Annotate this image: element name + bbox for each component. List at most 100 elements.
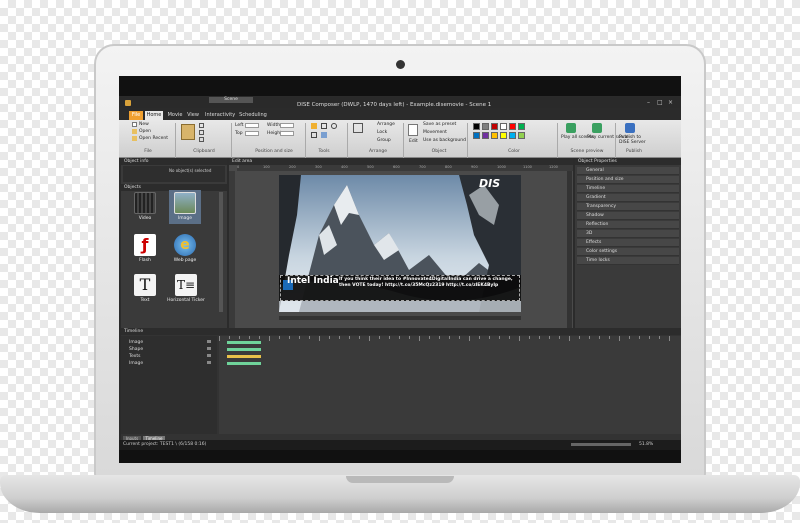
paste-icon[interactable]: [181, 124, 195, 140]
property-section[interactable]: Shadow: [577, 212, 679, 220]
property-section[interactable]: Color settings: [577, 248, 679, 256]
color-swatch[interactable]: [500, 123, 507, 130]
align-icon[interactable]: [353, 123, 363, 133]
timeline-tick: [259, 336, 260, 339]
object-image[interactable]: Image: [169, 190, 201, 224]
color-swatch[interactable]: [473, 123, 480, 130]
visibility-eye-icons[interactable]: [207, 340, 211, 366]
property-section[interactable]: Reflection: [577, 221, 679, 229]
crop-tool-icon[interactable]: [321, 123, 327, 129]
ticker-selection: [280, 275, 520, 301]
status-current-project: Current project: TEST1 \ (6/158 0:16): [123, 442, 207, 447]
timeline-tick: [619, 336, 620, 341]
color-swatch[interactable]: [518, 123, 525, 130]
shape-tool-icon[interactable]: [321, 132, 327, 138]
layer-row-texts[interactable]: Texts: [129, 354, 140, 359]
timeline-bar-texts[interactable]: [227, 355, 261, 358]
copy-icon[interactable]: [199, 130, 204, 135]
timeline-tick: [489, 336, 490, 339]
lock-button[interactable]: Lock: [377, 130, 387, 135]
left-input[interactable]: [245, 123, 259, 128]
property-section[interactable]: Transparency: [577, 203, 679, 211]
new-button[interactable]: New: [139, 122, 149, 127]
object-text[interactable]: T Text: [129, 274, 161, 303]
object-video[interactable]: Video: [129, 192, 161, 221]
delete-icon[interactable]: [199, 137, 204, 142]
timeline-tick: [409, 336, 410, 339]
timeline-ruler: [219, 336, 681, 342]
objects-scrollbar[interactable]: [219, 192, 223, 312]
color-swatch[interactable]: [500, 132, 507, 139]
maximize-icon[interactable]: □: [657, 99, 663, 106]
publish-icon[interactable]: [625, 123, 635, 133]
publish-button[interactable]: Publish to DISE Server: [619, 135, 647, 145]
timeline-tick: [559, 336, 560, 339]
layer-row-image-1[interactable]: Image: [129, 340, 143, 345]
arrange-button[interactable]: Arrange: [377, 122, 395, 127]
top-input[interactable]: [245, 131, 259, 136]
layer-row-image-2[interactable]: Image: [129, 361, 143, 366]
color-swatch[interactable]: [482, 123, 489, 130]
ruler-tick-label: 1200: [549, 165, 558, 169]
color-swatch[interactable]: [491, 132, 498, 139]
tab-interactivity[interactable]: Interactivity: [205, 111, 235, 120]
object-flash[interactable]: ƒ Flash: [129, 234, 161, 263]
property-section[interactable]: Gradient: [577, 194, 679, 202]
timeline-tick: [379, 336, 380, 339]
property-section[interactable]: Effects: [577, 239, 679, 247]
context-tab-scene[interactable]: Scene: [209, 97, 253, 103]
save-preset-button[interactable]: Save as preset: [423, 122, 456, 127]
minimize-icon[interactable]: –: [647, 99, 650, 106]
tab-file[interactable]: File: [129, 111, 143, 120]
timeline-tick: [469, 336, 470, 341]
object-ticker[interactable]: T≡ Horizontal Ticker: [167, 274, 205, 303]
timeline-tick: [459, 336, 460, 339]
play-current-icon[interactable]: [592, 123, 602, 133]
ellipse-tool-icon[interactable]: [331, 123, 337, 129]
object-webpage-label: Web page: [173, 258, 197, 263]
edit-button[interactable]: Edit: [409, 139, 418, 144]
group-button[interactable]: Group: [377, 138, 391, 143]
property-section[interactable]: Time locks: [577, 257, 679, 265]
zoom-slider[interactable]: [571, 443, 631, 446]
timeline-bar-image-2[interactable]: [227, 362, 261, 365]
use-background-button[interactable]: Use as background: [423, 138, 466, 143]
movement-button[interactable]: Movement: [423, 130, 447, 135]
play-all-icon[interactable]: [566, 123, 576, 133]
color-swatch[interactable]: [473, 132, 480, 139]
width-input[interactable]: [280, 123, 294, 128]
timeline-tracks: [219, 336, 681, 434]
open-recent-button[interactable]: Open Recent: [139, 136, 168, 141]
property-section[interactable]: Position and size: [577, 176, 679, 184]
text-tool-icon[interactable]: [311, 132, 317, 138]
timeline-tick: [389, 336, 390, 339]
ruler-tick-label: 900: [471, 165, 478, 169]
height-input[interactable]: [280, 131, 294, 136]
tab-movie[interactable]: Movie: [166, 111, 184, 120]
property-section[interactable]: General: [577, 167, 679, 175]
timeline-bar-shape[interactable]: [227, 348, 261, 351]
canvas-h-scrollbar[interactable]: [279, 316, 521, 320]
timeline-tick: [499, 336, 500, 339]
edit-object-icon[interactable]: [408, 124, 418, 136]
color-swatch[interactable]: [482, 132, 489, 139]
color-swatch[interactable]: [491, 123, 498, 130]
tab-scheduling[interactable]: Scheduling: [239, 111, 267, 120]
open-button[interactable]: Open: [139, 129, 151, 134]
scene-canvas[interactable]: DIS Intel India If you think their idea …: [279, 175, 521, 312]
object-webpage[interactable]: e Web page: [169, 234, 201, 263]
color-swatch[interactable]: [518, 132, 525, 139]
cut-icon[interactable]: [199, 123, 204, 128]
color-swatch[interactable]: [509, 132, 516, 139]
color-swatch[interactable]: [509, 123, 516, 130]
color-palette[interactable]: [473, 123, 553, 143]
tab-home[interactable]: Home: [145, 111, 163, 120]
pointer-tool-icon[interactable]: [311, 123, 317, 129]
close-icon[interactable]: ×: [668, 99, 673, 106]
property-section[interactable]: 3D: [577, 230, 679, 238]
tab-view[interactable]: View: [186, 111, 200, 120]
property-section[interactable]: Timeline: [577, 185, 679, 193]
group-label-tools: Tools: [318, 149, 330, 154]
timeline-bar-image-1[interactable]: [227, 341, 261, 344]
layer-row-shape[interactable]: Shape: [129, 347, 143, 352]
